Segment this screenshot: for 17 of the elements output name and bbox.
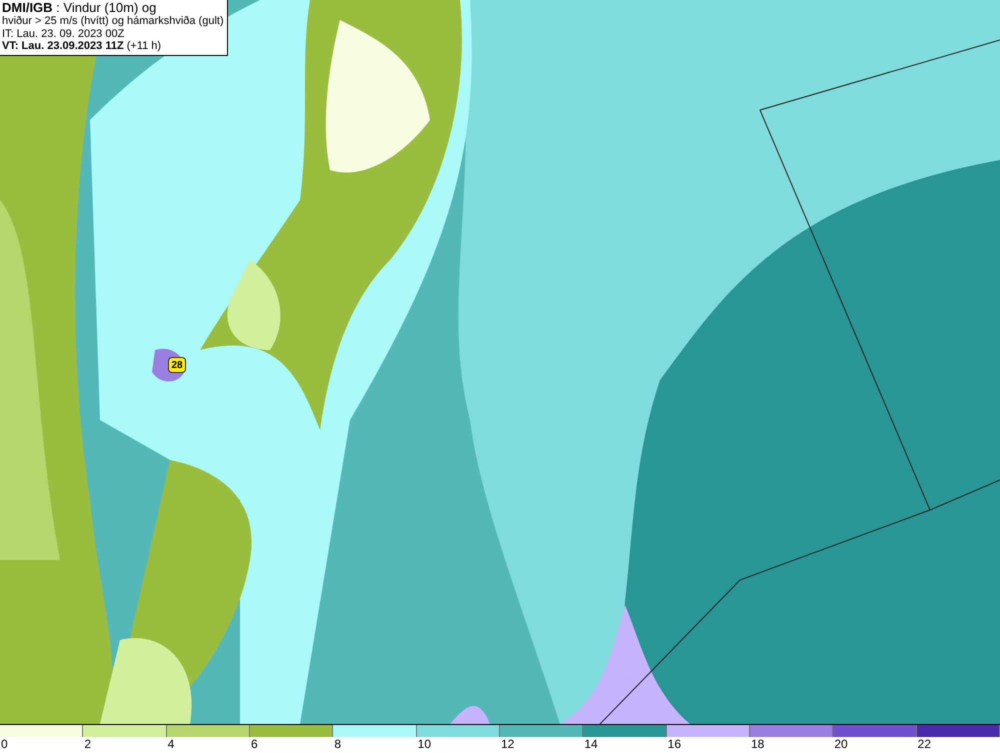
legend-tick-label: 14 — [583, 737, 598, 752]
legend-tick-label: 16 — [666, 737, 682, 752]
legend-tick-label: 12 — [500, 737, 514, 752]
legend-tick-label: 18 — [750, 737, 764, 752]
legend-tick-label: 6 — [250, 737, 258, 752]
legend-tick-label: 10 — [416, 737, 432, 752]
legend-tick-label: 2 — [83, 737, 92, 752]
legend-tick-label: 4 — [166, 737, 174, 752]
title-line: hviður > 25 m/s (hvítt) og hámarkshviða (gult) — [2, 15, 225, 28]
legend-tick-label: 20 — [833, 737, 848, 752]
title-line: DMI/IGB : Vindur (10m) og — [2, 1, 158, 15]
max-gust-label: 28 — [168, 357, 186, 373]
legend-tick-label: 22 — [916, 737, 932, 752]
legend-tick-label: 8 — [333, 737, 342, 752]
legend-tick-label: 0 — [0, 737, 8, 752]
title-line: VT: Lau. 23.09.2023 11Z (+11 h) — [2, 40, 162, 52]
title-line: IT: Lau. 23. 09. 2023 00Z — [2, 28, 126, 40]
